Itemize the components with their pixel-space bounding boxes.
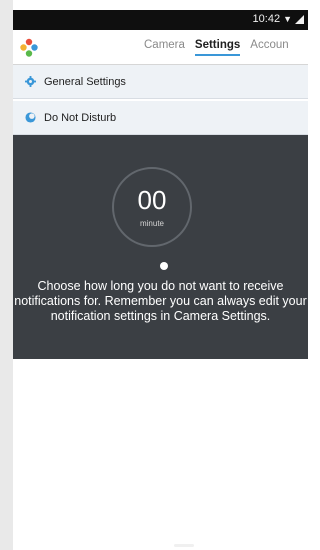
general-settings-label: General Settings [44, 75, 126, 88]
device-bezel [0, 0, 13, 550]
duration-dial[interactable]: 00 minute [112, 167, 192, 247]
app-logo-icon[interactable] [19, 38, 39, 58]
do-not-disturb-row[interactable]: Do Not Disturb [13, 101, 308, 135]
dial-value: 00 [137, 185, 167, 215]
status-time: 10:42 [252, 13, 281, 25]
tab-account[interactable]: Accoun [250, 39, 288, 56]
status-bar: 10:42 ▼ [13, 10, 308, 30]
general-settings-row[interactable]: General Settings [13, 65, 308, 99]
wifi-icon: ▼ [283, 13, 292, 24]
gear-icon [25, 76, 36, 87]
tab-camera[interactable]: Camera [144, 39, 185, 56]
top-tabs: Camera Settings Accoun [144, 39, 289, 56]
do-not-disturb-label: Do Not Disturb [44, 111, 117, 124]
dial-handle[interactable] [160, 262, 168, 270]
signal-icon [295, 14, 304, 24]
status-icons: 10:42 ▼ [253, 13, 304, 25]
app-bar: Camera Settings Accoun [13, 30, 308, 65]
dnd-description: Choose how long you do not want to recei… [14, 279, 307, 323]
tab-settings[interactable]: Settings [194, 39, 241, 56]
dial-unit: minute [139, 219, 164, 228]
app-screen: 10:42 ▼ Camera Settings Accoun General S… [13, 0, 308, 550]
do-not-disturb-panel: ON 00 minute Choose how long you do not … [13, 112, 308, 359]
moon-icon [25, 112, 36, 123]
home-indicator [174, 544, 194, 547]
